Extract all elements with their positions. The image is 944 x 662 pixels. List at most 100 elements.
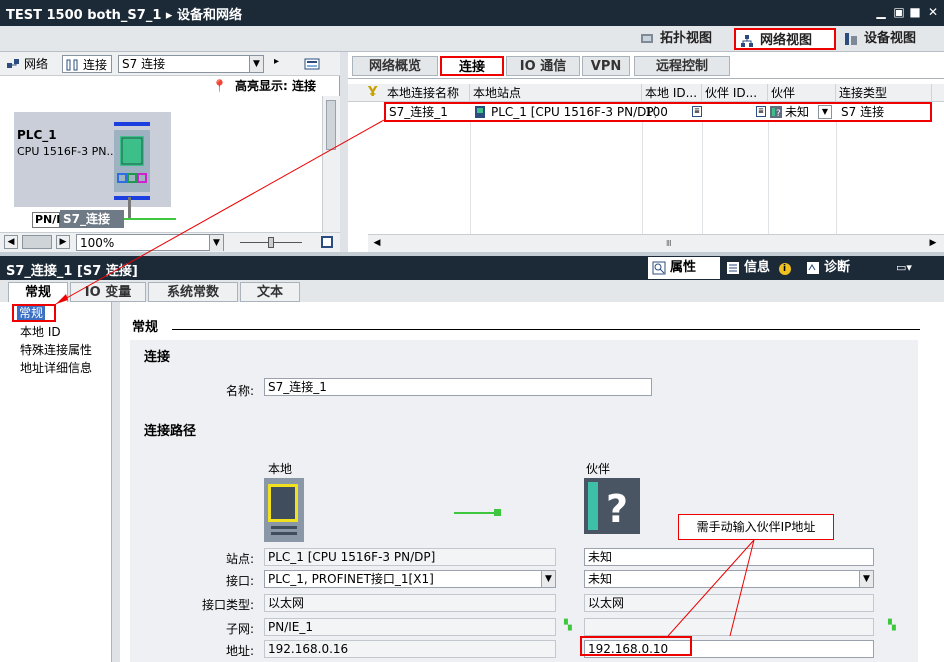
connection-tag[interactable]: S7_连接_1 (60, 210, 124, 244)
address-label: 地址: (225, 644, 254, 658)
col-local-id[interactable]: 本地 ID... (642, 84, 702, 102)
close-icon[interactable]: ✕ (926, 5, 940, 19)
nav-item-local-id[interactable]: 本地 ID (20, 324, 61, 341)
maximize-icon[interactable]: ■ (908, 5, 922, 19)
row-local-station[interactable]: PLC_1 [CPU 1516F-3 PN/DP] (488, 104, 656, 120)
partner-subnet-field (584, 618, 874, 636)
pin-icon[interactable]: 📍 (212, 79, 227, 93)
unknown-partner-icon: ? (770, 106, 782, 118)
info-list-icon (727, 262, 739, 274)
zoom-chevron-icon[interactable]: ▼ (209, 235, 223, 251)
network-view-button[interactable]: 网络视图 (734, 28, 836, 50)
plc-cpu-type: CPU 1516F-3 PN... (17, 145, 117, 158)
arrow-right-icon[interactable]: ▸ (274, 56, 279, 67)
connection-name-input[interactable]: S7_连接_1 (264, 378, 652, 396)
pane-splitter[interactable] (340, 52, 348, 252)
connect-mode-button[interactable]: 连接 (62, 55, 113, 73)
partner-id-list-icon[interactable]: ≣ (756, 106, 766, 117)
properties-icon (652, 261, 666, 275)
row-local-id[interactable]: 100 (642, 104, 686, 120)
zoom-slider-handle[interactable] (268, 237, 274, 248)
network-canvas-pane: 网络 连接 S7 连接 ▼ ▸ 📍 高亮显示: 连接 PLC_1 CPU 1516… (0, 52, 340, 252)
subtab-system-constants[interactable]: 系统常数 (148, 282, 238, 302)
scroll-left-icon[interactable]: ◀ (4, 235, 18, 249)
local-interface-chevron-icon[interactable]: ▼ (541, 571, 555, 587)
device-view-button[interactable]: 设备视图 (840, 28, 932, 50)
tab-remote-control[interactable]: 远程控制 (634, 56, 730, 76)
network-mode-label: 网络 (24, 57, 49, 71)
network-toolbar: 网络 连接 S7 连接 ▼ ▸ (0, 52, 340, 76)
local-station-field: PLC_1 [CPU 1516F-3 PN/DP] (264, 548, 556, 566)
row-partner-id[interactable] (704, 104, 764, 120)
col-connection-type[interactable]: 连接类型 (836, 84, 932, 102)
partner-interface-value: 未知 (588, 572, 613, 586)
col-partner[interactable]: 伙伴 (768, 84, 836, 102)
horizontal-scroll-thumb[interactable] (22, 235, 52, 249)
tab-io-communication[interactable]: IO 通信 (506, 56, 580, 76)
vertical-scrollbar[interactable] (322, 96, 340, 232)
table-row[interactable]: S7_连接_1 PLC_1 [CPU 1516F-3 PN/DP] 100 ≣ … (384, 102, 932, 122)
col-local-name[interactable]: 本地连接名称 (384, 84, 470, 102)
svg-text:?: ? (606, 487, 628, 531)
col-local-station[interactable]: 本地站点 (470, 84, 642, 102)
interface-label: 接口: (225, 574, 254, 588)
local-port-icon (494, 509, 501, 516)
filter-icon[interactable]: Ұ (368, 85, 377, 100)
overview-icon[interactable] (320, 235, 334, 249)
tab-network-overview[interactable]: 网络概览 (352, 56, 438, 76)
scroll-right-icon[interactable]: ▶ (926, 236, 940, 250)
properties-header: S7_连接_1 [S7 连接] 属性 信息 i 诊断 ▭▾ (0, 256, 944, 280)
zoom-select[interactable]: 100% ▼ (76, 234, 224, 251)
subtab-io-tags[interactable]: IO 变量 (70, 282, 146, 302)
partner-chevron-icon[interactable]: ▼ (818, 105, 832, 119)
restore-icon[interactable]: ▣ (892, 5, 906, 19)
tab-info[interactable]: 信息 i (722, 257, 800, 279)
row-partner[interactable]: 未知 (782, 104, 822, 120)
scroll-grip-icon[interactable]: Ⅲ (666, 239, 672, 248)
network-mode-button[interactable]: 网络 (4, 55, 48, 73)
nav-splitter[interactable] (112, 302, 120, 662)
connect-mode-label: 连接 (83, 58, 108, 72)
local-port-line (454, 512, 496, 514)
subtab-general[interactable]: 常规 (8, 282, 68, 302)
tab-connections[interactable]: 连接 (440, 56, 504, 76)
window-title: TEST 1500 both_S7_1 ▸ 设备和网络 (6, 8, 242, 23)
network-view-label: 网络视图 (760, 33, 813, 48)
scroll-right-icon[interactable]: ▶ (56, 235, 70, 249)
scroll-left-icon[interactable]: ◀ (370, 236, 384, 250)
nav-item-general[interactable]: 常规 (12, 304, 56, 322)
row-local-name[interactable]: S7_连接_1 (386, 104, 470, 120)
view-switch-bar: 拓扑视图 网络视图 设备视图 (0, 26, 944, 52)
topology-icon (641, 34, 653, 43)
col-partner-id[interactable]: 伙伴 ID... (702, 84, 768, 102)
tab-diagnostics[interactable]: 诊断 (802, 257, 874, 279)
tab-properties[interactable]: 属性 (648, 257, 720, 279)
horizontal-scrollbar[interactable]: ◀ Ⅲ ▶ (368, 234, 944, 252)
local-interface-select[interactable]: PLC_1, PROFINET接口_1[X1] ▼ (264, 570, 556, 588)
partner-interface-chevron-icon[interactable]: ▼ (859, 571, 873, 587)
properties-tab-label: 属性 (670, 260, 697, 275)
heading-rule (172, 329, 920, 330)
nav-item-address-details[interactable]: 地址详细信息 (20, 360, 92, 377)
layout-icon[interactable] (304, 56, 320, 72)
local-address-field: 192.168.0.16 (264, 640, 556, 658)
partner-station-field[interactable]: 未知 (584, 548, 874, 566)
minimize-icon[interactable]: ▁ (874, 5, 888, 19)
subtab-texts[interactable]: 文本 (240, 282, 300, 302)
diagnostics-icon (807, 262, 819, 274)
local-id-list-icon[interactable]: ≣ (692, 106, 702, 117)
panel-menu-icon[interactable]: ▭▾ (896, 261, 912, 274)
topology-view-button[interactable]: 拓扑视图 (636, 28, 730, 50)
chevron-down-icon[interactable]: ▼ (249, 56, 263, 72)
partner-interface-select[interactable]: 未知 ▼ (584, 570, 874, 588)
row-connection-type[interactable]: S7 连接 (838, 104, 930, 120)
diagnostics-tab-label: 诊断 (824, 260, 851, 275)
nav-item-general-label: 常规 (17, 306, 46, 320)
plc-device-box[interactable]: PLC_1 CPU 1516F-3 PN... (14, 112, 171, 207)
nav-item-special-properties[interactable]: 特殊连接属性 (20, 342, 92, 359)
tab-vpn[interactable]: VPN (582, 56, 630, 76)
station-label: 站点: (225, 552, 254, 566)
connections-pane: 网络概览 连接 IO 通信 VPN 远程控制 Ұ 本地连接名称 本地站点 本地 … (348, 52, 944, 252)
grid-line (702, 102, 703, 238)
connection-type-select[interactable]: S7 连接 ▼ (118, 55, 264, 73)
